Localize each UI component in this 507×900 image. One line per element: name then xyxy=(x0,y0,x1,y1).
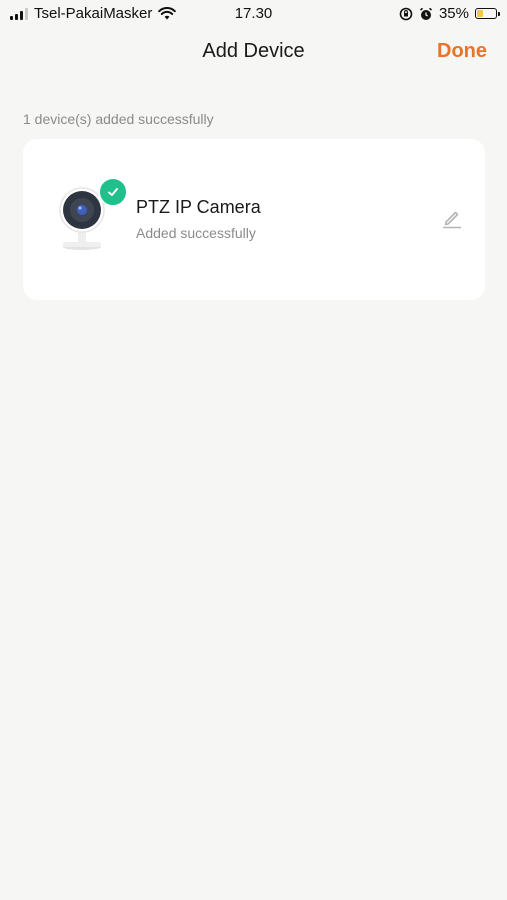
device-name: PTZ IP Camera xyxy=(136,197,261,217)
screen: Tsel-PakaiMasker 17.30 35% Add Device Do… xyxy=(0,0,507,900)
device-card[interactable]: PTZ IP Camera Added successfully xyxy=(23,139,485,300)
added-count-caption: 1 device(s) added successfully xyxy=(23,111,214,127)
edit-icon[interactable] xyxy=(441,207,463,229)
alarm-icon xyxy=(419,7,432,20)
page-title: Add Device xyxy=(202,40,305,62)
status-right: 35% xyxy=(399,5,500,22)
battery-level xyxy=(477,10,483,17)
battery-percent: 35% xyxy=(438,5,469,22)
status-bar: Tsel-PakaiMasker 17.30 35% xyxy=(0,0,507,30)
check-icon xyxy=(108,188,118,196)
orientation-lock-icon xyxy=(399,7,413,20)
done-button[interactable]: Done xyxy=(437,40,487,63)
device-status: Added successfully xyxy=(136,225,256,241)
success-badge xyxy=(98,177,128,207)
battery-icon xyxy=(475,8,500,19)
